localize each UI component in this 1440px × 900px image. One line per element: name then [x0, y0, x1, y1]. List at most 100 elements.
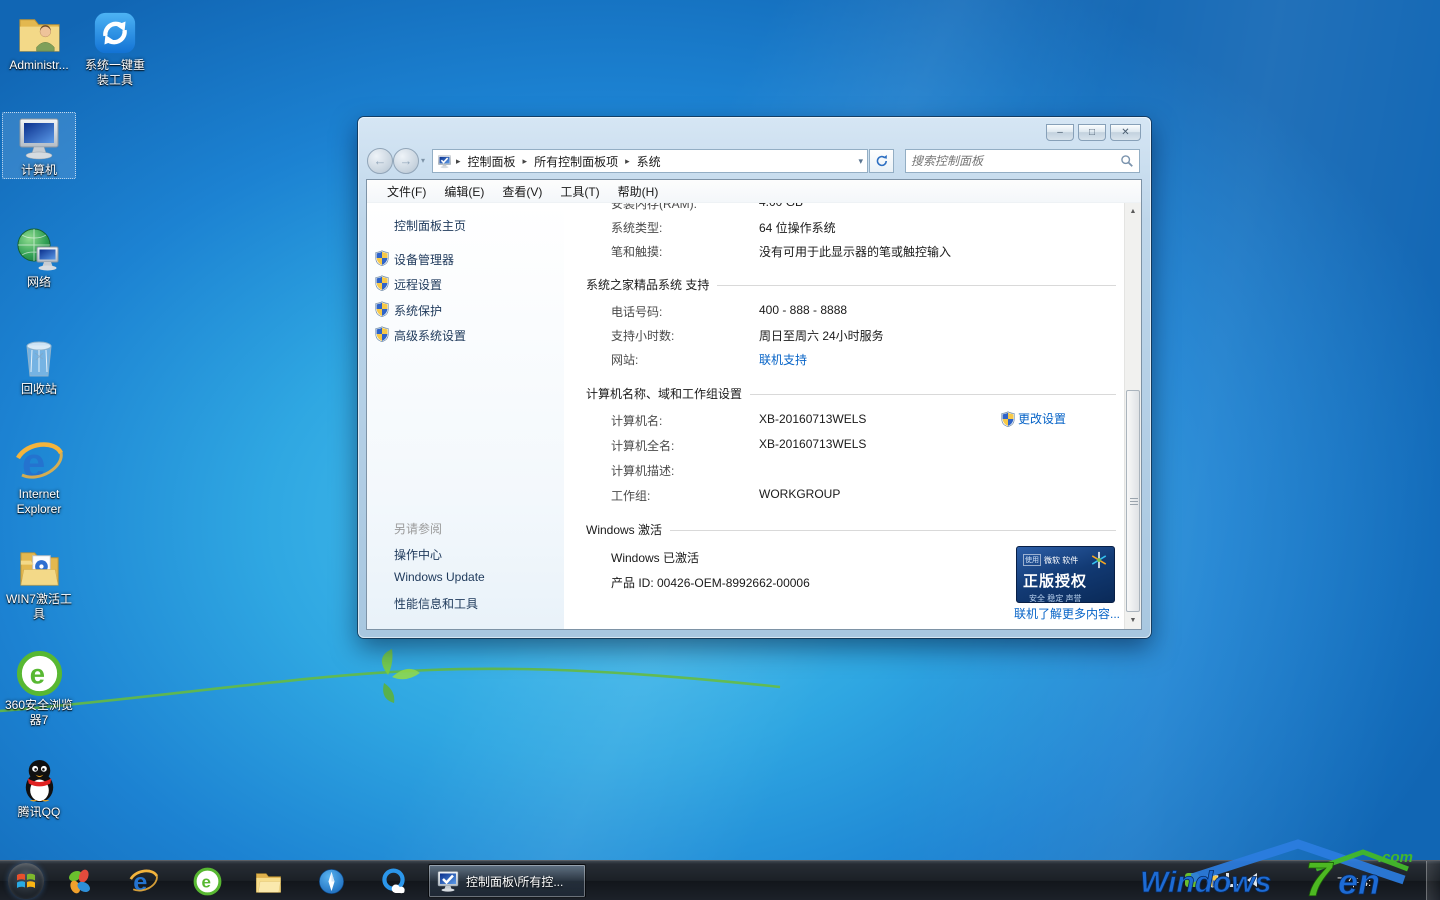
- reinstall-tool-icon: [78, 8, 152, 58]
- icon-label: 网络: [2, 275, 76, 290]
- taskbar-qq-browser-icon[interactable]: [378, 866, 408, 896]
- product-id: 产品 ID: 00426-OEM-8992662-00006: [611, 574, 810, 591]
- desktop-icon-internet-explorer[interactable]: Internet Explorer: [2, 437, 76, 517]
- search-box[interactable]: [905, 149, 1140, 173]
- icon-label: 系统一键重: [78, 58, 152, 73]
- vertical-scrollbar[interactable]: ▲ ▼: [1124, 203, 1141, 629]
- icon-label: 360安全浏览: [2, 698, 76, 713]
- learn-more-online-link[interactable]: 联机了解更多内容...: [1014, 605, 1120, 622]
- breadcrumb-all-items[interactable]: 所有控制面板项: [531, 153, 621, 170]
- search-input[interactable]: [911, 154, 1120, 168]
- refresh-button[interactable]: [869, 149, 894, 173]
- system-page-icon: [437, 154, 452, 169]
- titlebar[interactable]: [358, 117, 1151, 144]
- menu-view[interactable]: 查看(V): [494, 181, 550, 202]
- computer-name-value: XB-20160713WELS: [759, 412, 866, 426]
- uac-shield-icon: [375, 275, 389, 291]
- sidebar-performance-tools[interactable]: 性能信息和工具: [394, 595, 478, 612]
- maximize-button[interactable]: □: [1078, 124, 1106, 141]
- desktop-icon-network[interactable]: 网络: [2, 225, 76, 290]
- taskbar: 控制面板\所有控... 下午 4:: [0, 860, 1440, 900]
- sidebar-remote-settings[interactable]: 远程设置: [394, 276, 442, 293]
- tray-volume-icon[interactable]: [1247, 873, 1257, 887]
- full-name-label: 计算机全名:: [611, 437, 674, 454]
- phone-label: 电话号码:: [611, 303, 662, 320]
- desktop-icon-recycle-bin[interactable]: 回收站: [2, 332, 76, 397]
- scrollbar-thumb[interactable]: [1126, 390, 1140, 612]
- ram-label: 安装内存(RAM):: [611, 203, 697, 212]
- computer-icon: [3, 113, 75, 163]
- breadcrumb-system[interactable]: 系统: [634, 153, 664, 170]
- show-desktop-button[interactable]: [1426, 861, 1440, 900]
- tray-network-icon[interactable]: [1226, 873, 1240, 887]
- icon-label: 具: [2, 607, 76, 622]
- online-support-link[interactable]: 联机支持: [759, 351, 807, 368]
- taskbar-explorer-icon[interactable]: [253, 866, 283, 896]
- breadcrumb-control-panel[interactable]: 控制面板: [465, 153, 519, 170]
- pen-touch-label: 笔和触摸:: [611, 243, 662, 260]
- phone-row: 电话号码: 400 - 888 - 8888: [564, 303, 1124, 319]
- taskbar-360-safety-icon[interactable]: [64, 866, 94, 896]
- sidebar-device-manager[interactable]: 设备管理器: [394, 251, 454, 268]
- control-panel-window-icon: [436, 869, 460, 893]
- taskbar-compass-browser-icon[interactable]: [316, 866, 346, 896]
- menu-tools[interactable]: 工具(T): [552, 181, 607, 202]
- spark-logo-icon: [1090, 551, 1108, 569]
- back-button[interactable]: ←: [367, 148, 393, 174]
- icon-label: 回收站: [2, 382, 76, 397]
- minimize-button[interactable]: –: [1046, 124, 1074, 141]
- desktop-icon-qq[interactable]: 腾讯QQ: [2, 755, 76, 820]
- tray-app-icon[interactable]: [1185, 873, 1199, 887]
- scroll-down-arrow[interactable]: ▼: [1125, 612, 1141, 629]
- breadcrumb-separator-icon: ▸: [519, 156, 532, 167]
- windows-flag-icon: [14, 869, 38, 893]
- desktop-icon-reinstall-tool[interactable]: 系统一键重 装工具: [78, 8, 152, 88]
- desktop-icon-administrator[interactable]: Administr...: [2, 8, 76, 73]
- search-icon[interactable]: [1120, 154, 1134, 168]
- taskbar-internet-explorer-icon[interactable]: [128, 866, 158, 896]
- start-button[interactable]: [8, 863, 44, 899]
- close-button[interactable]: ✕: [1110, 124, 1141, 141]
- activation-section-header: Windows 激活: [586, 521, 1116, 538]
- sidebar-system-protection[interactable]: 系统保护: [394, 302, 442, 319]
- pen-touch-value: 没有可用于此显示器的笔或触控输入: [759, 243, 951, 260]
- qq-penguin-icon: [2, 755, 76, 805]
- change-settings-link[interactable]: 更改设置: [1001, 410, 1066, 427]
- menu-help[interactable]: 帮助(H): [610, 181, 667, 202]
- desktop-icon-computer[interactable]: 计算机: [2, 112, 76, 179]
- tray-shield-icon[interactable]: [1206, 873, 1219, 888]
- sidebar-control-panel-home[interactable]: 控制面板主页: [394, 217, 466, 234]
- full-name-value: XB-20160713WELS: [759, 437, 866, 451]
- uac-shield-icon: [375, 301, 389, 317]
- icon-label: 器7: [2, 713, 76, 728]
- taskbar-360-browser-icon[interactable]: [192, 866, 222, 896]
- sidebar: 控制面板主页 设备管理器 远程设置 系统保护 高级系统设置 另请参阅 操作中心 …: [367, 203, 564, 629]
- ram-value: 4.00 GB: [759, 203, 803, 209]
- forward-button[interactable]: →: [393, 148, 419, 174]
- scroll-up-arrow[interactable]: ▲: [1125, 203, 1141, 220]
- address-dropdown-icon[interactable]: ▾: [858, 156, 863, 167]
- icon-label: Internet: [2, 487, 76, 502]
- system-window: – □ ✕ ← → ▾ ▸ 控制面板 ▸ 所有控制面板项 ▸ 系统 ▾: [358, 117, 1151, 638]
- badge-line2: 正版授权: [1023, 570, 1108, 591]
- menu-file[interactable]: 文件(F): [379, 181, 434, 202]
- sidebar-action-center[interactable]: 操作中心: [394, 546, 442, 563]
- taskbar-control-panel-button[interactable]: 控制面板\所有控...: [428, 864, 586, 898]
- badge-line3: 安全 稳定 声誉: [1023, 593, 1108, 604]
- desktop-icon-win7-activator[interactable]: WIN7激活工 具: [2, 542, 76, 622]
- recent-pages-dropdown-icon[interactable]: ▾: [421, 156, 425, 165]
- recycle-bin-icon: [2, 332, 76, 382]
- workgroup-label: 工作组:: [611, 487, 650, 504]
- navigation-bar: ← → ▾ ▸ 控制面板 ▸ 所有控制面板项 ▸ 系统 ▾: [358, 144, 1151, 179]
- system-type-row: 系统类型: 64 位操作系统: [564, 219, 1124, 235]
- uac-shield-icon: [375, 250, 389, 266]
- support-hours-label: 支持小时数:: [611, 327, 674, 344]
- sidebar-advanced-settings[interactable]: 高级系统设置: [394, 327, 466, 344]
- desktop-icon-360-browser[interactable]: 360安全浏览 器7: [2, 648, 76, 728]
- sidebar-windows-update[interactable]: Windows Update: [394, 570, 485, 584]
- support-hours-value: 周日至周六 24小时服务: [759, 327, 884, 344]
- window-client-area: 文件(F) 编辑(E) 查看(V) 工具(T) 帮助(H) 控制面板主页 设备管…: [366, 179, 1142, 630]
- taskbar-clock[interactable]: 下午 4:: [1337, 874, 1371, 890]
- menu-edit[interactable]: 编辑(E): [436, 181, 492, 202]
- address-bar[interactable]: ▸ 控制面板 ▸ 所有控制面板项 ▸ 系统 ▾: [432, 149, 868, 173]
